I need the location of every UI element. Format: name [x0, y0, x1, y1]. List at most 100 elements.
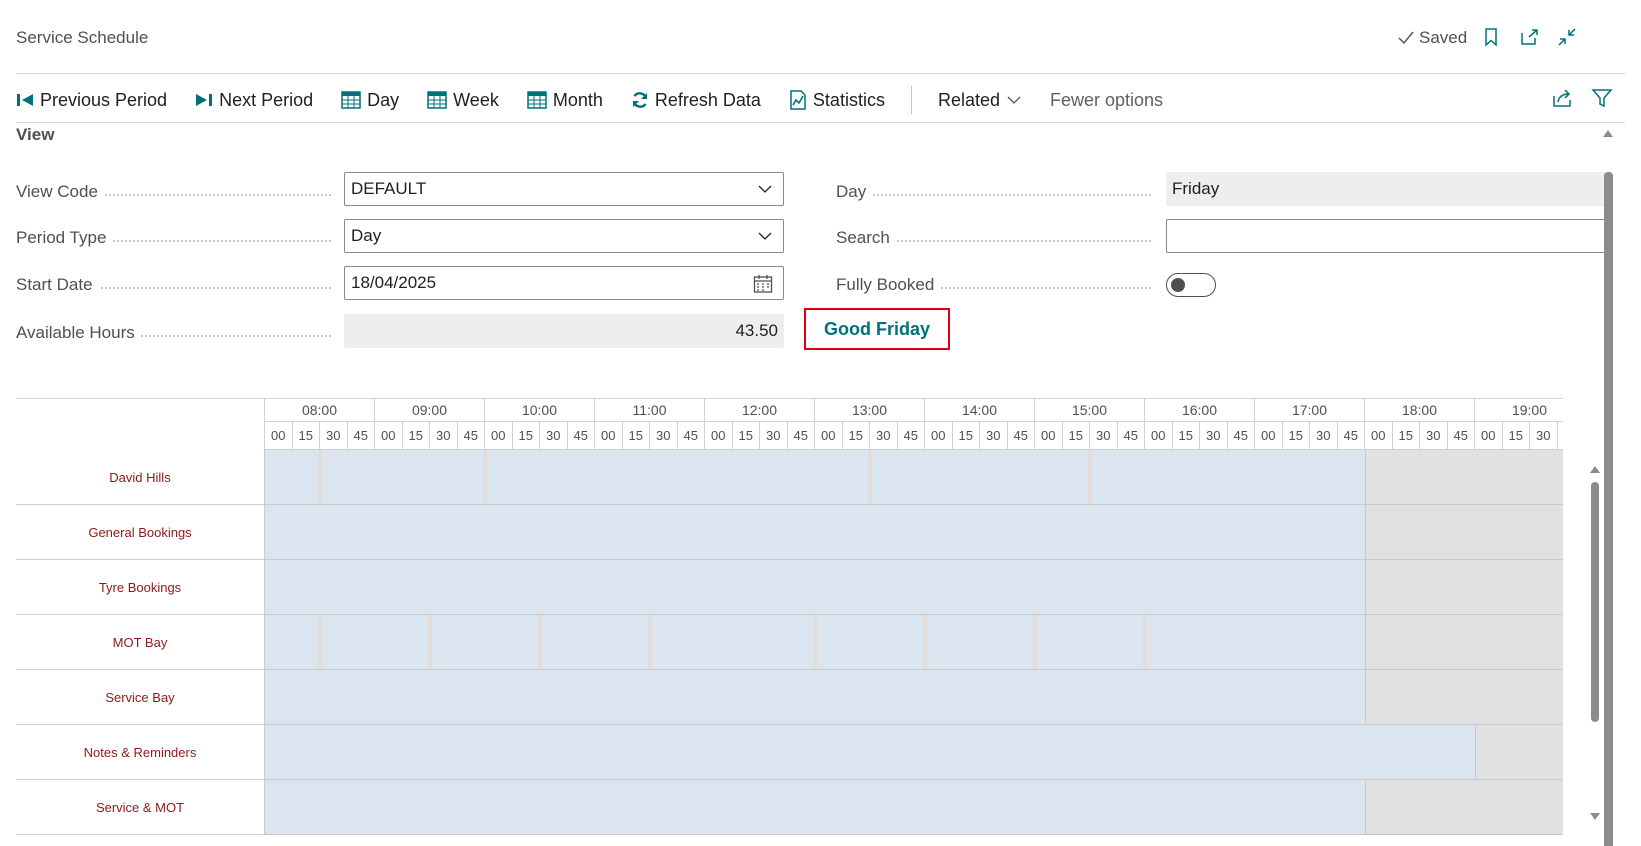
grid-scrollbar-thumb[interactable] [1591, 482, 1599, 722]
day-view-button[interactable]: Day [341, 90, 399, 111]
next-period-button[interactable]: Next Period [195, 90, 313, 111]
resource-row[interactable] [264, 670, 1563, 725]
minute-header: 15 [1391, 422, 1419, 450]
minute-header: 45 [456, 422, 484, 450]
resource-row[interactable] [264, 615, 1563, 670]
bookmark-icon[interactable] [1480, 26, 1502, 48]
resource-row[interactable] [264, 780, 1563, 835]
minute-header: 00 [814, 422, 842, 450]
break-marker [813, 615, 817, 669]
resource-label[interactable]: Tyre Bookings [16, 560, 264, 615]
search-label: Search [836, 221, 1151, 255]
minute-header: 30 [1529, 422, 1557, 450]
page-title: Service Schedule [16, 28, 149, 47]
view-section-title: View [16, 125, 55, 144]
hour-header: 11:00 [594, 398, 704, 422]
calendar-icon[interactable] [753, 274, 773, 294]
view-code-label: View Code [16, 175, 331, 209]
minute-header: 45 [1556, 422, 1563, 450]
break-marker [1143, 615, 1147, 669]
resource-row[interactable] [264, 725, 1563, 780]
resource-label[interactable]: MOT Bay [16, 615, 264, 670]
minute-header: 30 [429, 422, 457, 450]
minute-header: 30 [539, 422, 567, 450]
resource-label[interactable]: Notes & Reminders [16, 725, 264, 780]
resource-label[interactable]: David Hills [16, 450, 264, 505]
minute-header: 00 [1254, 422, 1282, 450]
available-hours-value: 43.50 [344, 314, 784, 348]
open-time-block[interactable] [265, 780, 1365, 834]
related-menu-button[interactable]: Related [938, 90, 1022, 111]
form-scroll-up-arrow[interactable] [1603, 130, 1613, 137]
minute-header: 30 [759, 422, 787, 450]
fewer-options-button[interactable]: Fewer options [1050, 90, 1163, 111]
minute-header: 30 [869, 422, 897, 450]
break-marker [648, 615, 652, 669]
statistics-button[interactable]: Statistics [789, 90, 885, 111]
closed-time-block [1365, 560, 1563, 614]
month-view-button[interactable]: Month [527, 90, 603, 111]
resource-row[interactable] [264, 505, 1563, 560]
minute-header: 15 [1171, 422, 1199, 450]
grid-scroll-down-arrow[interactable] [1590, 813, 1600, 820]
break-marker [538, 615, 542, 669]
period-type-select[interactable]: Day [344, 219, 784, 253]
refresh-data-button[interactable]: Refresh Data [631, 90, 761, 111]
previous-period-button[interactable]: Previous Period [16, 90, 167, 111]
closed-time-block [1365, 670, 1563, 724]
collapse-icon[interactable] [1556, 26, 1578, 48]
open-time-block[interactable] [265, 505, 1365, 559]
hour-header: 15:00 [1034, 398, 1144, 422]
previous-period-label: Previous Period [40, 89, 168, 110]
break-marker [1033, 615, 1037, 669]
resource-label[interactable]: Service & MOT [16, 780, 264, 835]
chevron-down-icon [1007, 96, 1021, 104]
fully-booked-toggle[interactable] [1166, 273, 1216, 297]
minute-header: 45 [566, 422, 594, 450]
resource-row[interactable] [264, 560, 1563, 615]
search-input[interactable] [1166, 219, 1606, 253]
page-header: Service Schedule Saved [0, 0, 1641, 74]
day-label: Day [367, 89, 400, 110]
open-time-block[interactable] [265, 450, 1365, 504]
minute-header: 00 [1364, 422, 1392, 450]
minute-header: 15 [511, 422, 539, 450]
hour-header: 17:00 [1254, 398, 1364, 422]
closed-time-block [1365, 450, 1563, 504]
hour-header: 12:00 [704, 398, 814, 422]
week-view-button[interactable]: Week [427, 90, 499, 111]
fully-booked-label: Fully Booked [836, 268, 1151, 302]
view-code-select[interactable]: DEFAULT [344, 172, 784, 206]
available-hours-row: Available Hours [16, 316, 331, 350]
closed-time-block [1475, 725, 1563, 779]
break-marker [868, 450, 872, 504]
resource-label[interactable]: Service Bay [16, 670, 264, 725]
open-time-block[interactable] [265, 670, 1365, 724]
table-grid-icon [341, 91, 361, 109]
grid-scroll-up-arrow[interactable] [1590, 466, 1600, 473]
holiday-label: Good Friday [804, 308, 950, 350]
share-icon[interactable] [1550, 86, 1574, 110]
hour-header: 16:00 [1144, 398, 1254, 422]
minute-header: 15 [731, 422, 759, 450]
closed-time-block [1365, 780, 1563, 834]
hour-header: 14:00 [924, 398, 1034, 422]
resource-row[interactable] [264, 450, 1563, 505]
open-time-block[interactable] [265, 560, 1365, 614]
filter-icon[interactable] [1590, 86, 1614, 110]
minute-header: 15 [841, 422, 869, 450]
saved-label: Saved [1419, 28, 1468, 47]
header-divider [16, 73, 1625, 74]
form-scrollbar-thumb[interactable] [1604, 172, 1613, 846]
minute-header: 15 [1501, 422, 1529, 450]
minute-header: 30 [1309, 422, 1337, 450]
start-date-input[interactable]: 18/04/2025 [344, 266, 784, 300]
closed-time-block [1365, 615, 1563, 669]
table-grid-icon [527, 91, 547, 109]
open-time-block[interactable] [265, 725, 1475, 779]
resource-label[interactable]: General Bookings [16, 505, 264, 560]
period-type-label: Period Type [16, 221, 331, 255]
fully-booked-row: Fully Booked [836, 268, 1151, 302]
minute-header: 15 [621, 422, 649, 450]
open-new-window-icon[interactable] [1518, 26, 1540, 48]
